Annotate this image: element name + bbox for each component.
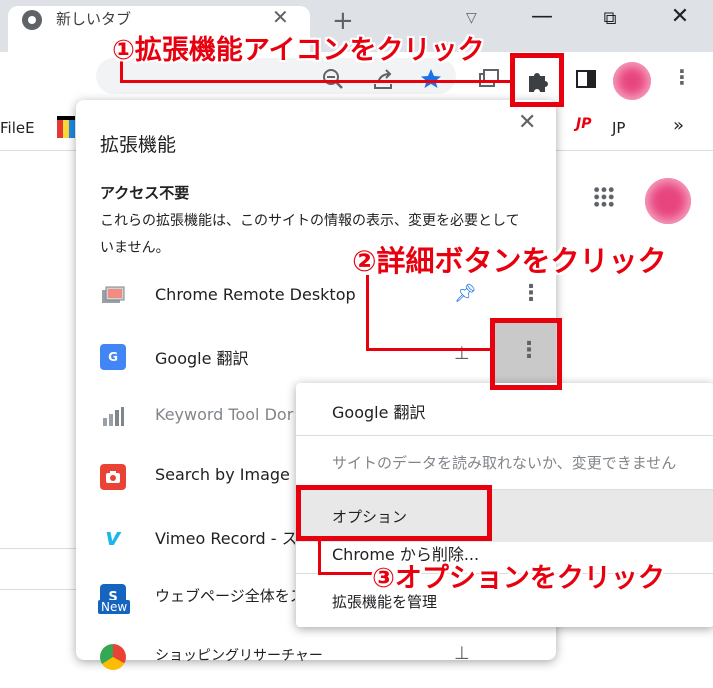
extension-item[interactable]: ショッピングリサーチャー ⊥ xyxy=(76,628,556,688)
extension-name: Keyword Tool Dor xyxy=(155,405,294,424)
extension-name: ショッピングリサーチャー xyxy=(155,648,323,664)
extension-name: ウェブページ全体をス xyxy=(155,587,295,605)
menu-item-site-access: サイトのデータを読み取れないか、変更できません xyxy=(296,438,713,490)
menu-item-extension-name[interactable]: Google 翻訳 xyxy=(296,385,713,437)
keyword-tool-icon xyxy=(100,404,126,430)
shopping-icon xyxy=(100,644,126,670)
tab-close-icon[interactable]: ✕ xyxy=(272,5,289,29)
connector-line xyxy=(318,572,374,575)
menu-item-label: サイトのデータを読み取れないか、変更できません xyxy=(332,454,677,472)
section-heading: アクセス不要 xyxy=(100,184,190,202)
pin-outline-icon[interactable]: ⊥ xyxy=(454,343,470,364)
minimize-button[interactable]: — xyxy=(522,4,562,29)
remote-desktop-icon xyxy=(100,284,126,310)
side-panel-icon[interactable] xyxy=(573,66,599,92)
camera-icon xyxy=(100,464,126,490)
jp-post-icon: JP xyxy=(576,116,592,132)
vimeo-icon: v xyxy=(100,523,126,551)
bookmark-filee[interactable]: FileE xyxy=(0,119,35,137)
divider xyxy=(296,435,713,436)
window-close-button[interactable]: ✕ xyxy=(660,4,700,29)
chrome-icon xyxy=(22,10,42,30)
highlight-extensions-button xyxy=(510,53,564,107)
bookmark-icon xyxy=(57,116,75,138)
more-vert-icon[interactable]: ⋮ xyxy=(520,281,542,306)
pin-icon[interactable]: 📌︎ xyxy=(454,283,477,304)
extension-item[interactable]: G Google 翻訳 ⊥ xyxy=(76,328,556,388)
more-vert-icon[interactable]: ⋮ xyxy=(667,65,697,89)
connector-line xyxy=(366,275,369,351)
highlight-options-item xyxy=(296,485,492,541)
bookmarks-overflow[interactable]: » xyxy=(673,115,684,136)
tab-search-icon[interactable]: ▽ xyxy=(466,10,477,26)
zoom-out-icon[interactable] xyxy=(318,64,348,94)
page-search-box[interactable] xyxy=(0,548,83,590)
maximize-button[interactable]: ⧉ xyxy=(590,8,630,29)
share-icon[interactable] xyxy=(368,64,398,94)
bookmark-jp[interactable]: JP xyxy=(612,119,625,137)
popup-title: 拡張機能 xyxy=(100,134,177,156)
tab-title: 新しいタブ xyxy=(56,10,132,28)
new-badge: New xyxy=(98,600,131,614)
extension-name: Chrome Remote Desktop xyxy=(155,285,356,304)
connector-line xyxy=(120,80,512,83)
page-avatar[interactable] xyxy=(645,178,691,224)
extension-name: Vimeo Record - ス xyxy=(155,529,295,548)
menu-item-label: Google 翻訳 xyxy=(332,403,426,422)
star-icon[interactable] xyxy=(416,64,446,94)
apps-grid-icon[interactable] xyxy=(593,186,615,208)
profile-avatar[interactable] xyxy=(613,62,651,100)
close-icon[interactable]: ✕ xyxy=(518,110,536,135)
connector-line xyxy=(366,348,492,351)
google-translate-icon: G xyxy=(100,344,126,370)
annotation-step2: ②詳細ボタンをクリック xyxy=(352,244,667,278)
annotation-step3: ③オプションをクリック xyxy=(372,563,665,594)
tab-groups-icon[interactable] xyxy=(476,66,502,92)
highlight-more-button xyxy=(490,318,562,390)
extension-name: Search by Image xyxy=(155,465,290,484)
connector-line xyxy=(318,539,321,575)
annotation-step1: ①拡張機能アイコンをクリック xyxy=(112,35,485,66)
extension-name: Google 翻訳 xyxy=(155,349,249,368)
pin-outline-icon[interactable]: ⊥ xyxy=(454,643,470,664)
